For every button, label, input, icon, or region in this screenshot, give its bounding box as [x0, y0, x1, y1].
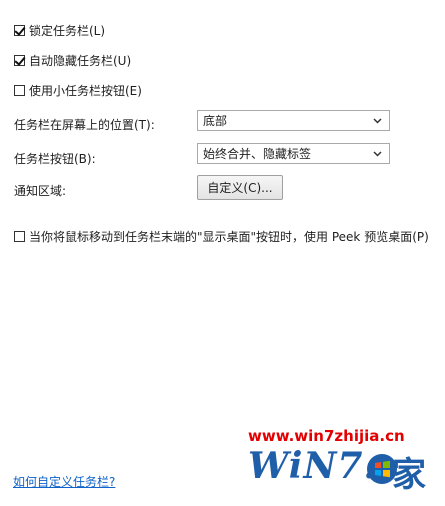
- peek-label: 当你将鼠标移动到任务栏末端的"显示桌面"按钮时，使用 Peek 预览桌面(P): [29, 230, 429, 244]
- watermark-site: www.win7zhijia.cn: [248, 427, 405, 445]
- taskbar-buttons-label: 任务栏按钮(B):: [14, 152, 96, 166]
- customize-button[interactable]: 自定义(C)...: [197, 175, 283, 200]
- position-value: 底部: [203, 114, 228, 128]
- auto-hide-checkbox[interactable]: [14, 55, 25, 66]
- lock-taskbar-option[interactable]: 锁定任务栏(L): [14, 22, 105, 39]
- position-select[interactable]: 底部: [197, 110, 390, 131]
- help-link[interactable]: 如何自定义任务栏?: [13, 473, 115, 490]
- small-buttons-checkbox[interactable]: [14, 85, 25, 96]
- chevron-down-icon: [373, 118, 382, 124]
- notify-label: 通知区域:: [14, 184, 67, 198]
- position-label: 任务栏在屏幕上的位置(T):: [14, 118, 155, 132]
- lock-taskbar-label: 锁定任务栏(L): [29, 24, 106, 38]
- lock-taskbar-checkbox[interactable]: [14, 25, 25, 36]
- taskbar-buttons-select[interactable]: 始终合并、隐藏标签: [197, 143, 390, 164]
- small-buttons-option[interactable]: 使用小任务栏按钮(E): [14, 82, 142, 99]
- auto-hide-option[interactable]: 自动隐藏任务栏(U): [14, 52, 131, 69]
- watermark-jia: 家: [392, 455, 426, 495]
- watermark: www.win7zhijia.cn WiN7. 家: [248, 427, 440, 497]
- small-buttons-label: 使用小任务栏按钮(E): [29, 84, 142, 98]
- taskbar-buttons-value: 始终合并、隐藏标签: [203, 147, 312, 161]
- watermark-brand: WiN7.: [248, 445, 377, 487]
- peek-option[interactable]: 当你将鼠标移动到任务栏末端的"显示桌面"按钮时，使用 Peek 预览桌面(P): [14, 228, 429, 245]
- auto-hide-label: 自动隐藏任务栏(U): [29, 54, 132, 68]
- peek-checkbox[interactable]: [14, 231, 25, 242]
- chevron-down-icon: [373, 151, 382, 157]
